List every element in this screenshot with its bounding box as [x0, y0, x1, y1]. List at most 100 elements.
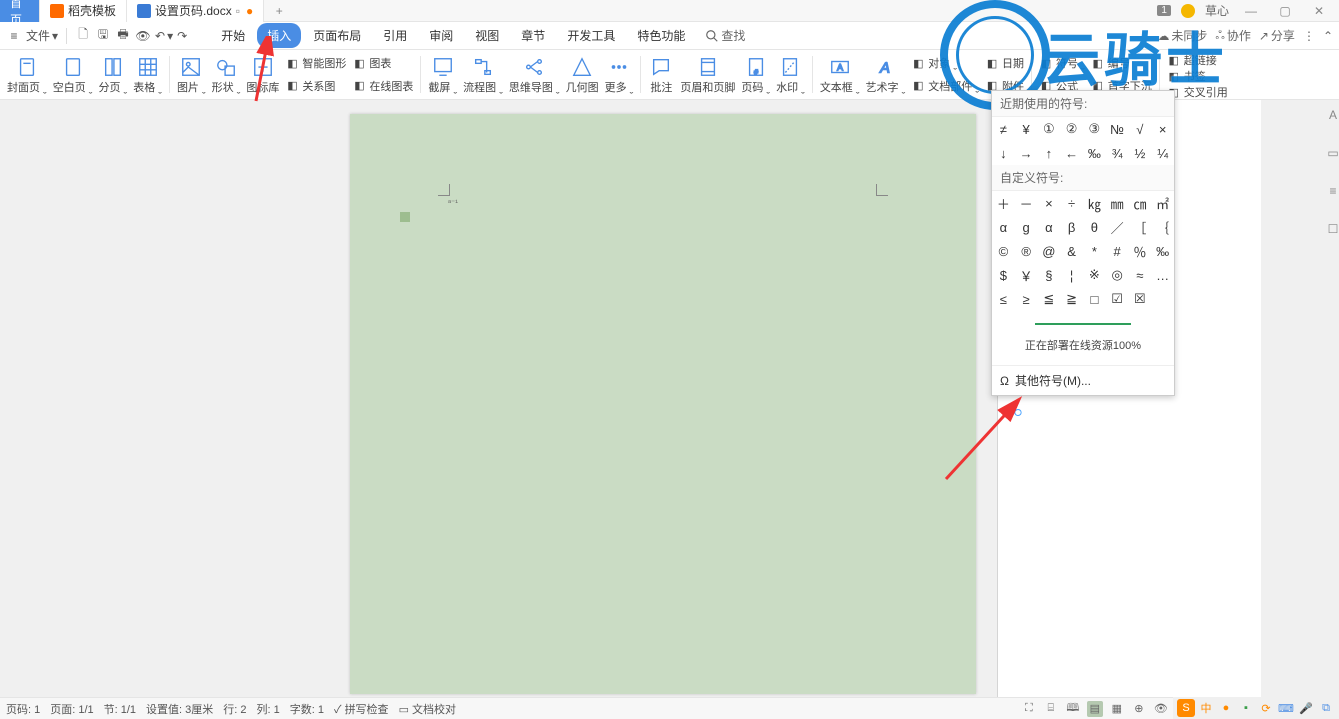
symbol-cell[interactable]: ɡ	[1015, 215, 1038, 239]
monitor-icon[interactable]: ▫	[236, 4, 240, 18]
fullscreen-icon[interactable]: ⛶	[1021, 701, 1037, 717]
symbol-cell[interactable]: ☒	[1129, 287, 1152, 311]
symbol-cell[interactable]: ％	[1129, 239, 1152, 263]
search-box[interactable]: 查找	[705, 27, 745, 44]
unsync-button[interactable]: ☁ 未同步	[1157, 27, 1207, 44]
menutab-6[interactable]: 章节	[511, 23, 555, 48]
document-page[interactable]: ᵃ⁻¹	[350, 114, 976, 694]
symbol-cell[interactable]: □	[1083, 287, 1106, 311]
menutab-5[interactable]: 视图	[465, 23, 509, 48]
symbol-cell[interactable]: ※	[1083, 263, 1106, 287]
select-icon[interactable]: ▭	[1327, 146, 1338, 160]
ribbon-思维导图[interactable]: 思维导图 ˬ	[506, 50, 563, 99]
ribbon-文档部件[interactable]: ◧文档部件 ˬ	[911, 78, 979, 94]
symbol-cell[interactable]: №	[1106, 117, 1129, 141]
symbol-cell[interactable]: α	[1038, 215, 1061, 239]
symbol-cell[interactable]: ≤	[992, 287, 1015, 311]
symbol-cell[interactable]: §	[1038, 263, 1061, 287]
symbol-cell[interactable]	[1151, 287, 1174, 311]
symbol-cell[interactable]: ￥	[1015, 263, 1038, 287]
symbol-cell[interactable]: ≠	[992, 117, 1015, 141]
ribbon-截屏[interactable]: 截屏 ˬ	[425, 50, 460, 99]
save-icon[interactable]: 🖫	[95, 28, 111, 44]
status-page[interactable]: 页面: 1/1	[50, 701, 93, 717]
symbol-cell[interactable]: ©	[992, 239, 1015, 263]
status-page-no[interactable]: 页码: 1	[6, 701, 40, 717]
menutab-4[interactable]: 审阅	[419, 23, 463, 48]
symbol-cell[interactable]: ｛	[1151, 215, 1174, 239]
status-words[interactable]: 字数: 1	[290, 701, 324, 717]
collapse-ribbon-icon[interactable]: ⌃	[1323, 29, 1333, 43]
menu-icon[interactable]: ≡	[6, 28, 22, 44]
ime-logo-icon[interactable]: S	[1177, 699, 1195, 717]
ribbon-水印[interactable]: 水印 ˬ	[773, 50, 808, 99]
maximize-button[interactable]: ▢	[1273, 4, 1297, 18]
ribbon-文本框[interactable]: A文本框 ˬ	[817, 50, 863, 99]
symbol-cell[interactable]: ←	[1060, 141, 1083, 165]
symbol-cell[interactable]: ①	[1038, 117, 1061, 141]
status-section[interactable]: 节: 1/1	[104, 701, 136, 717]
ime-emoji-button[interactable]: ▪	[1237, 699, 1255, 717]
outline-view-icon[interactable]: ▦	[1109, 701, 1125, 717]
symbol-cell[interactable]: ¾	[1106, 141, 1129, 165]
symbol-cell[interactable]: ≈	[1129, 263, 1152, 287]
web-view-icon[interactable]: ⊕	[1131, 701, 1147, 717]
symbol-cell[interactable]: ®	[1015, 239, 1038, 263]
ribbon-更多[interactable]: 更多 ˬ	[602, 50, 637, 99]
ribbon-图标库[interactable]: 图标库	[243, 50, 282, 99]
tab-home[interactable]: 首页	[0, 0, 40, 22]
username-label[interactable]: 草心	[1205, 2, 1229, 19]
ribbon-几何图[interactable]: 几何图	[563, 50, 602, 99]
style-icon[interactable]: A	[1329, 108, 1337, 122]
new-file-icon[interactable]: 🗋	[75, 28, 91, 44]
undo-button[interactable]: ↶▾	[155, 29, 173, 43]
tab-template[interactable]: 稻壳模板	[40, 0, 127, 22]
symbol-cell[interactable]: －	[1015, 191, 1038, 215]
status-col[interactable]: 列: 1	[257, 701, 280, 717]
menutab-3[interactable]: 引用	[373, 23, 417, 48]
symbol-cell[interactable]: ¦	[1060, 263, 1083, 287]
symbol-cell[interactable]: ¼	[1151, 141, 1174, 165]
symbol-cell[interactable]: …	[1151, 263, 1174, 287]
symbol-cell[interactable]: #	[1106, 239, 1129, 263]
share-button[interactable]: ↗ 分享	[1259, 27, 1295, 44]
ribbon-页码[interactable]: #页码 ˬ	[738, 50, 773, 99]
symbol-cell[interactable]: ≧	[1060, 287, 1083, 311]
ribbon-形状[interactable]: 形状 ˬ	[209, 50, 244, 99]
preview-icon[interactable]: 👁	[135, 28, 151, 44]
print-icon[interactable]: 🖶	[115, 28, 131, 44]
new-tab-button[interactable]: +	[264, 0, 294, 22]
menutab-8[interactable]: 特色功能	[627, 23, 695, 48]
ime-skin-button[interactable]: ⧉	[1317, 699, 1335, 717]
ribbon-对象[interactable]: ◧对象 ˬ	[911, 55, 979, 71]
coop-button[interactable]: ஃ 协作	[1215, 27, 1250, 44]
more-menu-icon[interactable]: ⋮	[1303, 29, 1315, 43]
symbol-cell[interactable]: ×	[1151, 117, 1174, 141]
symbol-cell[interactable]: ㎜	[1106, 191, 1129, 215]
ribbon-在线图表[interactable]: ◧在线图表	[352, 78, 413, 94]
ribbon-批注[interactable]: 批注	[645, 50, 677, 99]
ribbon-图表[interactable]: ◧图表	[352, 55, 413, 71]
ribbon-图片[interactable]: 图片 ˬ	[174, 50, 209, 99]
symbol-cell[interactable]: ¥	[1015, 117, 1038, 141]
symbol-cell[interactable]: ◎	[1106, 263, 1129, 287]
eye-icon[interactable]: 👁	[1153, 701, 1169, 717]
ribbon-表格[interactable]: 表格 ˬ	[130, 50, 165, 99]
file-menu[interactable]: 文件▾	[26, 27, 58, 44]
ribbon-空白页[interactable]: 空白页 ˬ	[50, 50, 96, 99]
symbol-cell[interactable]: ½	[1129, 141, 1152, 165]
symbol-cell[interactable]: α	[992, 215, 1015, 239]
close-button[interactable]: ✕	[1307, 4, 1331, 18]
symbol-cell[interactable]: @	[1038, 239, 1061, 263]
ribbon-封面页[interactable]: 封面页 ˬ	[4, 50, 50, 99]
symbol-cell[interactable]: √	[1129, 117, 1152, 141]
user-avatar-icon[interactable]	[1181, 4, 1195, 18]
minimize-button[interactable]: —	[1239, 4, 1263, 18]
ribbon-流程图[interactable]: 流程图 ˬ	[460, 50, 506, 99]
status-spell[interactable]: ✓ 拼写检查	[334, 701, 389, 717]
symbol-cell[interactable]: &	[1060, 239, 1083, 263]
task-icon[interactable]: ☐	[1328, 222, 1339, 236]
symbol-cell[interactable]: ㎡	[1151, 191, 1174, 215]
menutab-0[interactable]: 开始	[211, 23, 255, 48]
symbol-cell[interactable]: ／	[1106, 215, 1129, 239]
